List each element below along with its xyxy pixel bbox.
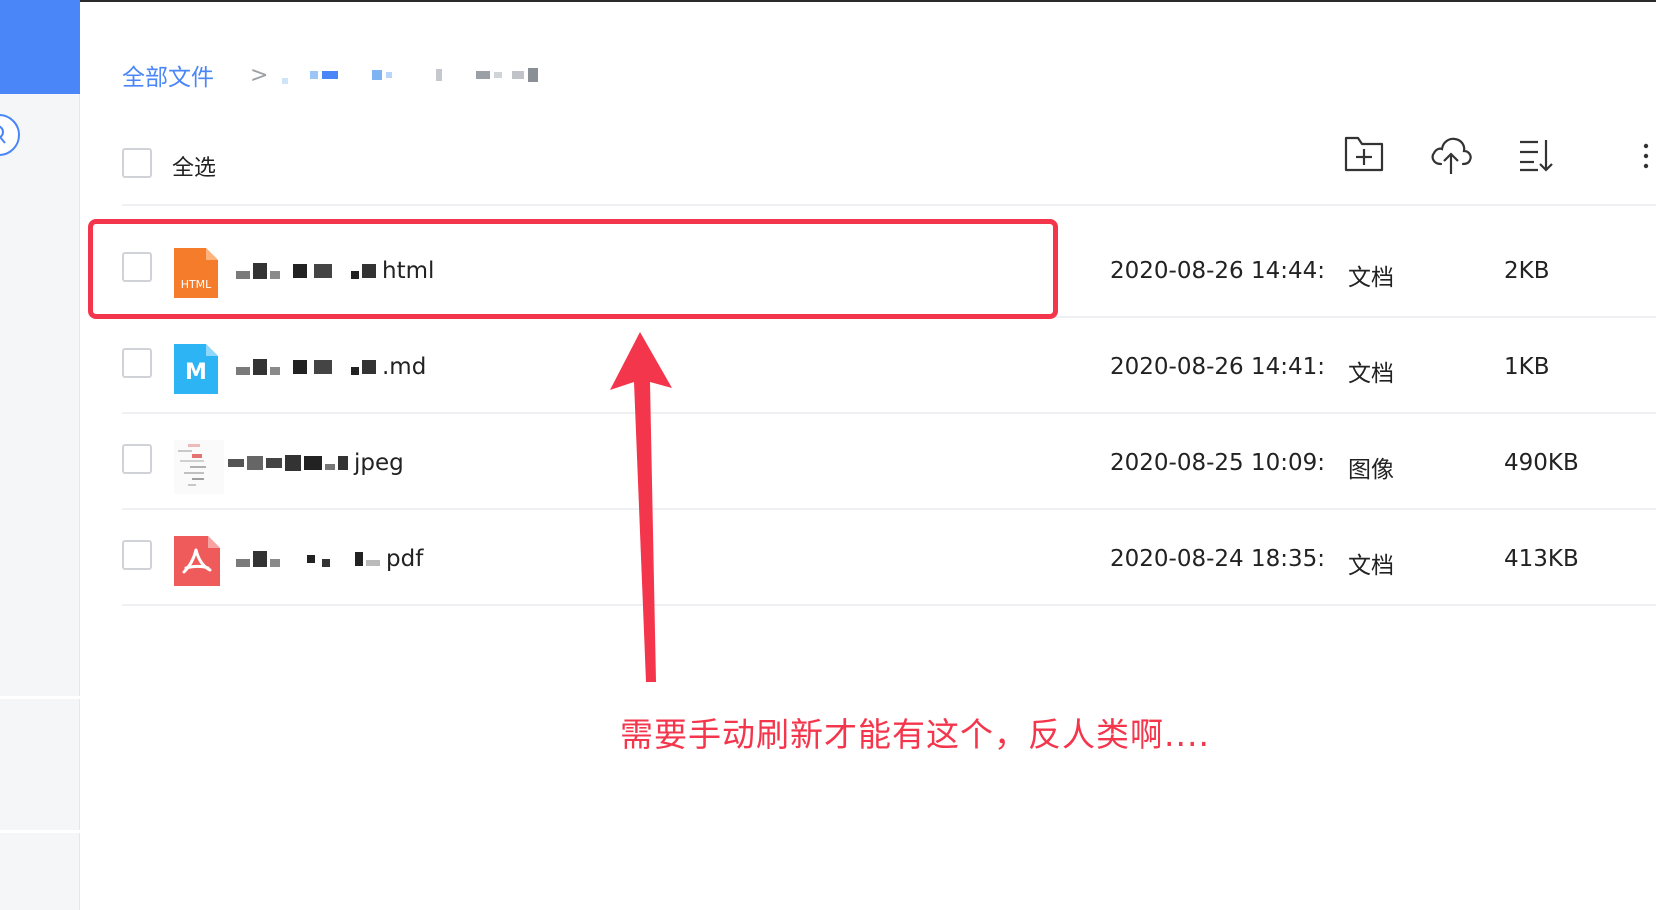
new-folder-icon[interactable]: [1344, 136, 1384, 178]
list-header-row: 全选: [122, 136, 1656, 206]
markdown-file-icon: M: [174, 344, 218, 394]
row-checkbox[interactable]: [122, 540, 152, 570]
file-row[interactable]: M .md 2020-08-26 14:41: 文档 1KB: [122, 318, 1656, 414]
breadcrumb: 全部文件 >: [122, 58, 539, 92]
file-name-pixelated: [236, 551, 380, 567]
file-name[interactable]: jpeg: [228, 450, 404, 476]
file-name-pixelated: [228, 455, 348, 471]
row-checkbox[interactable]: [122, 444, 152, 474]
file-size: 490KB: [1504, 450, 1579, 476]
annotation-text: 需要手动刷新才能有这个，反人类啊....: [620, 715, 1210, 754]
more-icon[interactable]: [1642, 142, 1652, 174]
file-row[interactable]: pdf 2020-08-24 18:35: 文档 413KB: [122, 510, 1656, 606]
file-type: 文档: [1348, 553, 1394, 579]
file-date: 2020-08-24 18:35:: [1110, 546, 1326, 572]
sidebar-divider: [0, 696, 80, 699]
select-all-label[interactable]: 全选: [172, 150, 216, 182]
window-top-border: [0, 0, 1656, 2]
pdf-file-icon: [174, 536, 220, 586]
file-size: 2KB: [1504, 258, 1550, 284]
file-name[interactable]: .md: [236, 354, 426, 380]
file-date: 2020-08-25 10:09:: [1110, 450, 1326, 476]
breadcrumb-root-link[interactable]: 全部文件: [122, 58, 214, 92]
sort-icon[interactable]: [1518, 138, 1554, 176]
svg-text:M: M: [185, 360, 207, 385]
file-name-extension: pdf: [386, 546, 424, 572]
user-avatar-icon[interactable]: [0, 114, 20, 156]
file-size: 1KB: [1504, 354, 1550, 380]
file-date: 2020-08-26 14:41:: [1110, 354, 1326, 380]
image-thumbnail-icon: [174, 440, 224, 494]
file-name-pixelated: [236, 359, 376, 375]
annotation-arrow-icon: [610, 332, 672, 682]
file-date: 2020-08-26 14:44:: [1110, 258, 1326, 284]
file-type: 文档: [1348, 265, 1394, 291]
file-name-extension: .md: [382, 354, 427, 380]
file-type: 文档: [1348, 361, 1394, 387]
sidebar: [0, 0, 80, 910]
file-row[interactable]: jpeg 2020-08-25 10:09: 图像 490KB: [122, 414, 1656, 510]
annotation-highlight-box: [88, 219, 1058, 319]
file-size: 413KB: [1504, 546, 1579, 572]
select-all-checkbox[interactable]: [122, 148, 152, 178]
breadcrumb-path-pixelated[interactable]: [282, 66, 539, 84]
file-name-extension: jpeg: [354, 450, 404, 476]
row-checkbox[interactable]: [122, 348, 152, 378]
file-type: 图像: [1348, 457, 1394, 483]
sidebar-active-item[interactable]: [0, 0, 80, 94]
file-name[interactable]: pdf: [236, 546, 423, 572]
upload-cloud-icon[interactable]: [1428, 134, 1474, 180]
sidebar-divider: [0, 830, 80, 833]
breadcrumb-separator: >: [250, 62, 269, 88]
